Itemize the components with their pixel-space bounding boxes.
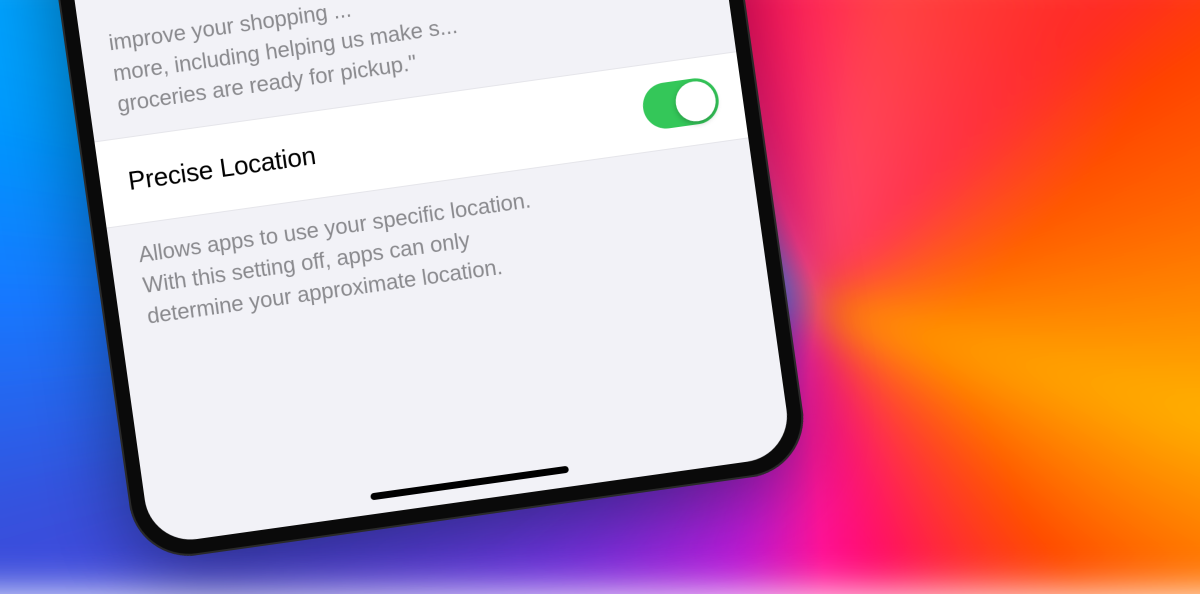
location-settings-panel: improve your shopping ... more, includin… — [47, 0, 763, 336]
precise-location-label: Precise Location — [126, 140, 318, 197]
home-indicator[interactable] — [370, 466, 569, 501]
iphone-frame: improve your shopping ... more, includin… — [29, 0, 811, 564]
iphone-device: improve your shopping ... more, includin… — [29, 0, 811, 564]
precise-location-toggle[interactable] — [640, 76, 722, 132]
toggle-knob — [673, 79, 718, 124]
iphone-screen: improve your shopping ... more, includin… — [47, 0, 793, 545]
